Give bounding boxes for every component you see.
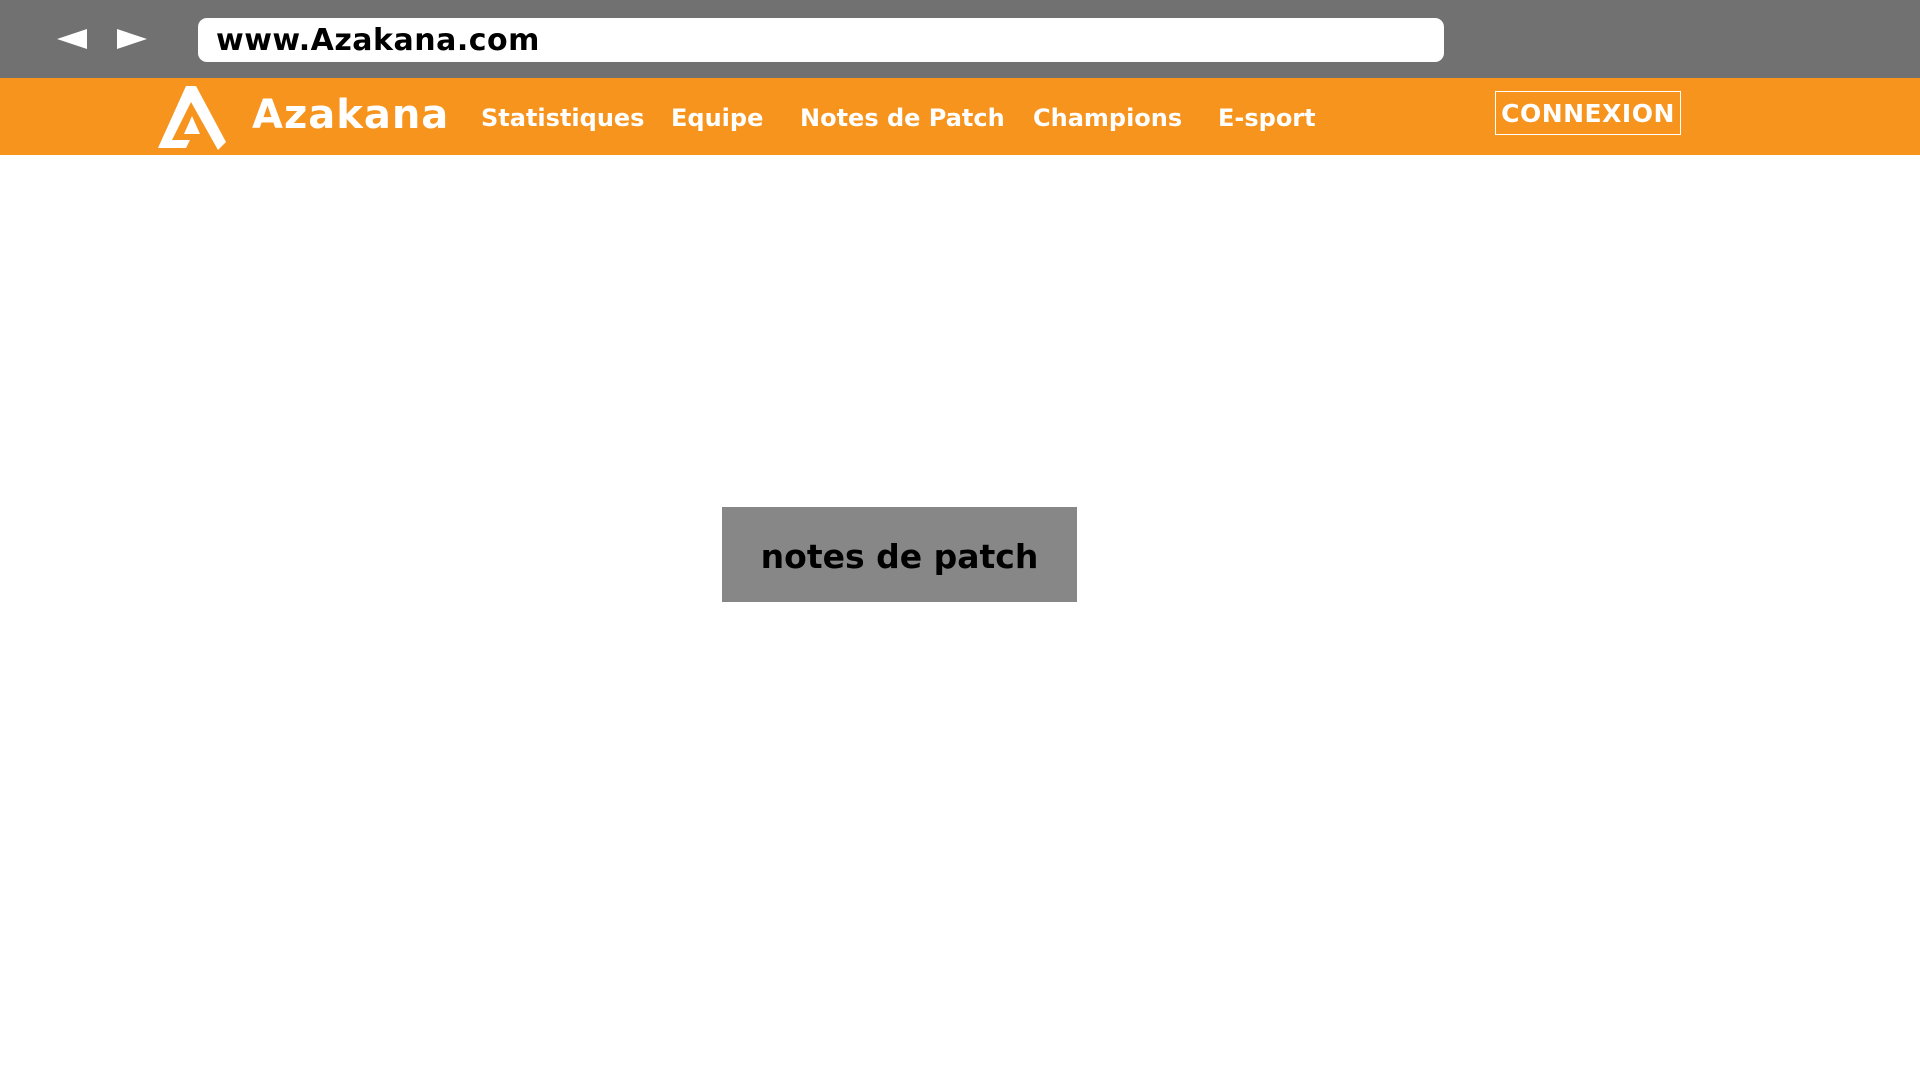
login-button[interactable]: CONNEXION xyxy=(1495,91,1681,135)
forward-arrow-icon xyxy=(117,29,147,49)
nav-link-equipe[interactable]: Equipe xyxy=(671,104,763,132)
nav-link-notes-de-patch[interactable]: Notes de Patch xyxy=(800,104,1005,132)
forward-button[interactable] xyxy=(110,18,154,60)
address-bar[interactable]: www.Azakana.com xyxy=(198,18,1444,62)
main-content: notes de patch xyxy=(0,155,1920,1080)
patch-notes-label: notes de patch xyxy=(760,537,1039,576)
site-header: Azakana Statistiques Equipe Notes de Pat… xyxy=(0,78,1920,155)
nav-link-statistiques[interactable]: Statistiques xyxy=(481,104,644,132)
azakana-logo-icon[interactable] xyxy=(156,84,228,152)
browser-toolbar: www.Azakana.com xyxy=(0,0,1920,78)
url-text: www.Azakana.com xyxy=(216,22,540,58)
patch-notes-placeholder[interactable]: notes de patch xyxy=(722,507,1077,602)
back-button[interactable] xyxy=(50,18,94,60)
brand-name[interactable]: Azakana xyxy=(252,92,449,138)
nav-link-champions[interactable]: Champions xyxy=(1033,104,1182,132)
nav-link-e-sport[interactable]: E-sport xyxy=(1218,104,1316,132)
back-arrow-icon xyxy=(57,29,87,49)
